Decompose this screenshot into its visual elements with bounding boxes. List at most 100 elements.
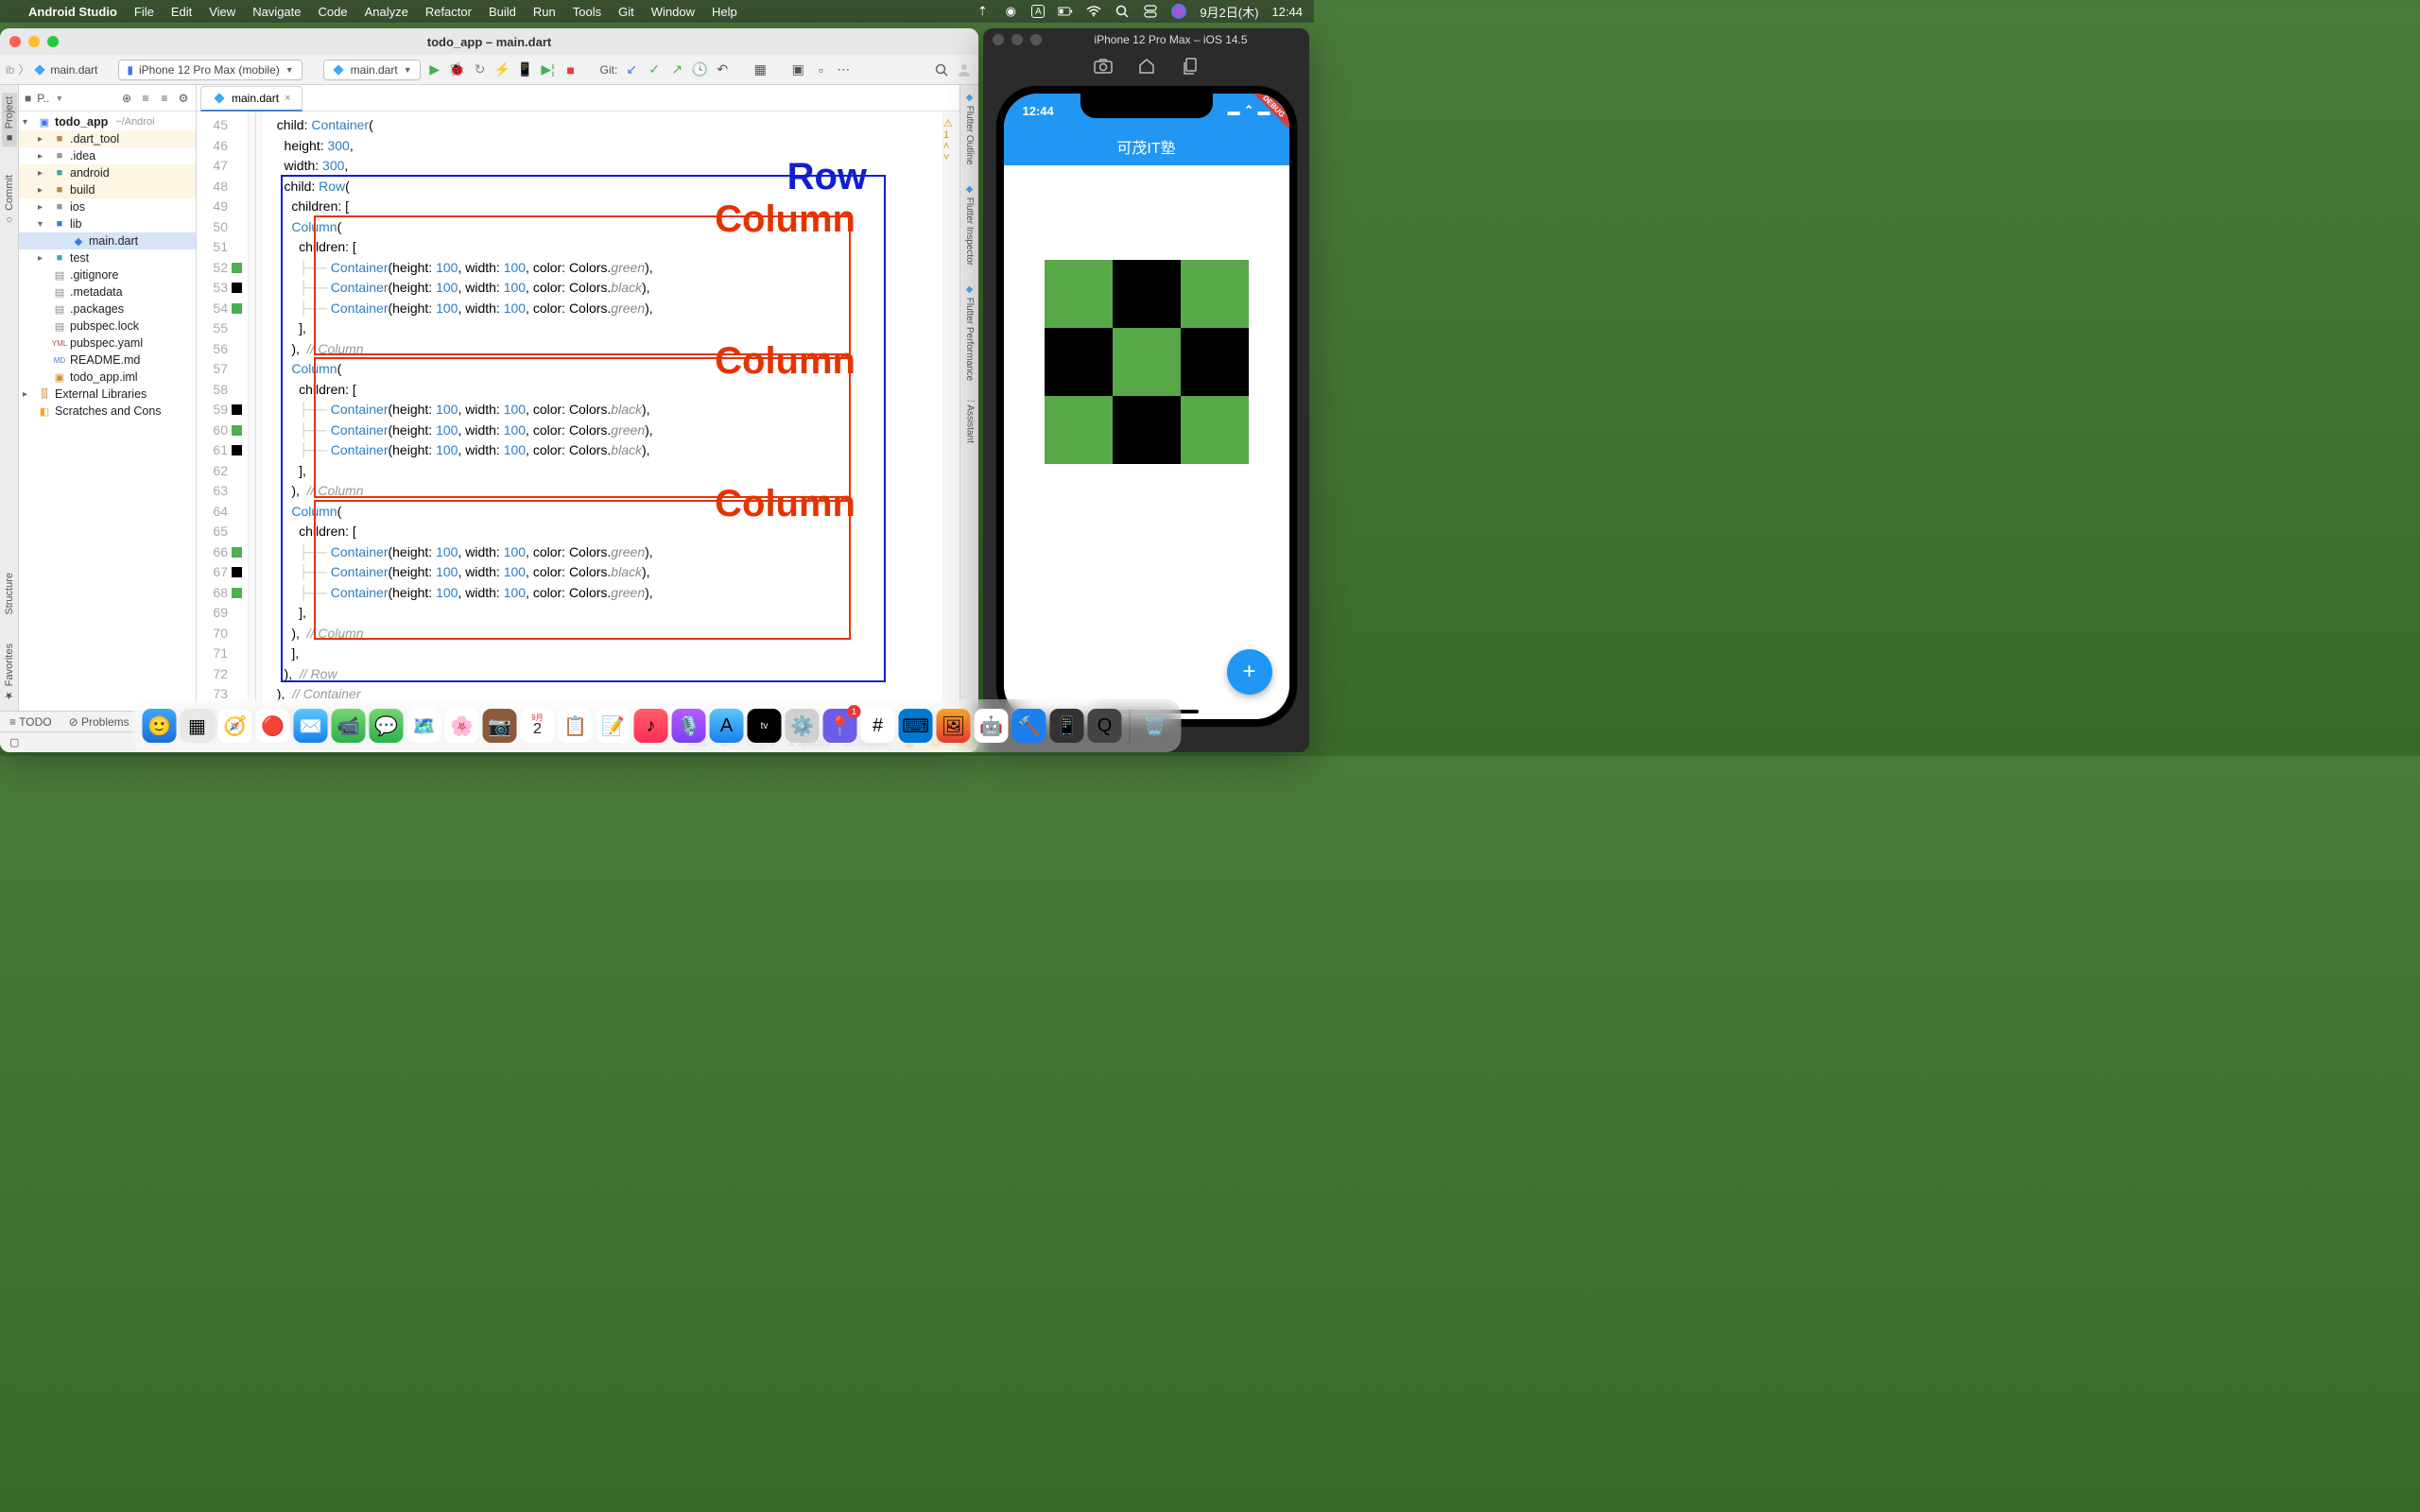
tree-item[interactable]: ▸■build [19,181,196,198]
menubar-date[interactable]: 9月2日(木) [1200,3,1258,21]
tab-todo[interactable]: ≡ TODO [9,715,52,729]
record-icon[interactable]: ◉ [1003,4,1018,19]
expand-icon[interactable]: ≡ [139,92,152,105]
project-tree[interactable]: ▾▣ todo_app ~/Androi ▸■.dart_tool ▸■.ide… [19,112,196,711]
tree-root[interactable]: ▾▣ todo_app ~/Androi [19,113,196,130]
tree-item[interactable]: ▸■ios [19,198,196,215]
dock-android-studio[interactable]: 🤖 [975,709,1009,743]
git-push-icon[interactable]: ↗ [668,61,685,78]
dock-vscode[interactable]: ⌨ [899,709,933,743]
collapse-icon[interactable]: ≡ [158,92,171,105]
settings-icon[interactable]: ⚙ [177,92,190,105]
tree-item[interactable]: MDREADME.md [19,352,196,369]
editor-tab[interactable]: main.dart × [200,86,302,112]
dock-trash[interactable]: 🗑️ [1138,709,1172,743]
code-editor[interactable]: 4546474849505152535455565758596061626364… [197,112,959,711]
attach-icon[interactable]: 📱 [517,61,534,78]
tab-assistant[interactable]: ⫶ Assistant [964,400,976,443]
dock-launchpad[interactable]: ▦ [181,709,215,743]
locate-icon[interactable]: ⊕ [120,92,133,105]
tree-item[interactable]: ▤.gitignore [19,266,196,284]
project-view-selector[interactable]: P.. [37,92,49,105]
tab-problems[interactable]: ⊘ Problems [69,715,130,729]
dock-maps[interactable]: 🗺️ [407,709,441,743]
menu-edit[interactable]: Edit [171,5,192,19]
minimize-window-button[interactable] [1011,34,1023,45]
dock-facetime[interactable]: 📹 [332,709,366,743]
search-icon[interactable] [1115,4,1130,19]
dock-photobooth[interactable]: 📷 [483,709,517,743]
revert-icon[interactable]: ↶ [714,61,731,78]
maximize-window-button[interactable] [1030,34,1042,45]
tab-flutter-performance[interactable]: ◆ Flutter Performance [964,284,975,381]
dock-settings[interactable]: ⚙️ [786,709,820,743]
tree-item[interactable]: ▤.packages [19,301,196,318]
tree-item[interactable]: ▤pubspec.lock [19,318,196,335]
screenshot-icon[interactable] [1094,57,1113,76]
profile-icon[interactable]: ▶¦ [540,61,557,78]
battery-icon[interactable] [1058,4,1073,19]
maximize-window-button[interactable] [47,36,59,47]
fab-button[interactable]: + [1227,649,1272,695]
stop-button[interactable]: ■ [562,61,579,78]
tree-item[interactable]: ▸■.idea [19,147,196,164]
git-commit-icon[interactable]: ✓ [646,61,663,78]
close-window-button[interactable] [993,34,1004,45]
dock-messages[interactable]: 💬 [370,709,404,743]
resource-icon[interactable]: ▫ [812,61,829,78]
menubar-time[interactable]: 12:44 [1271,5,1303,19]
menu-refactor[interactable]: Refactor [425,5,472,19]
menu-code[interactable]: Code [319,5,348,19]
menu-navigate[interactable]: Navigate [252,5,301,19]
tree-item[interactable]: ▸■android [19,164,196,181]
menu-app-name[interactable]: Android Studio [28,5,117,19]
device-selector[interactable]: ▮ iPhone 12 Pro Max (mobile) ▼ [118,60,302,80]
menu-tools[interactable]: Tools [573,5,601,19]
run-button[interactable]: ▶ [426,61,443,78]
tree-scratches[interactable]: ◧Scratches and Cons [19,403,196,420]
tree-item[interactable]: ▣todo_app.iml [19,369,196,386]
dock-podcasts[interactable]: 🎙️ [672,709,706,743]
minimize-window-button[interactable] [28,36,40,47]
close-window-button[interactable] [9,36,21,47]
control-center-icon[interactable] [1143,4,1158,19]
home-icon[interactable] [1137,57,1156,76]
dock-simulator[interactable]: 📱 [1050,709,1084,743]
dock-quicktime[interactable]: Q [1088,709,1122,743]
dock-tv[interactable]: tv [748,709,782,743]
menu-file[interactable]: File [134,5,154,19]
tree-item[interactable]: ▸■.dart_tool [19,130,196,147]
menu-run[interactable]: Run [533,5,556,19]
more-icon[interactable]: ⋯ [835,61,852,78]
dock-photos[interactable]: 🌸 [445,709,479,743]
fold-gutter[interactable] [249,112,262,711]
tree-item[interactable]: ▾■lib [19,215,196,232]
dock-finder[interactable]: 🙂 [143,709,177,743]
tree-external-libs[interactable]: ▸⫿⫿External Libraries [19,386,196,403]
debug-button[interactable]: 🐞 [449,61,466,78]
close-tab-icon[interactable]: × [285,93,290,104]
tab-project[interactable]: ■ Project [2,93,17,146]
dock-calendar[interactable]: 9月2 [521,709,555,743]
warning-indicator[interactable]: ⚠ 1 ˄ ˅ [943,117,958,163]
dock-slack[interactable]: # [861,709,895,743]
dropbox-icon[interactable]: ⇡ [975,4,990,19]
menu-window[interactable]: Window [651,5,695,19]
menu-build[interactable]: Build [489,5,516,19]
avatar-icon[interactable] [956,61,973,78]
menu-analyze[interactable]: Analyze [365,5,408,19]
tree-item[interactable]: ▤.metadata [19,284,196,301]
menu-view[interactable]: View [209,5,235,19]
run-config-selector[interactable]: main.dart ▼ [323,60,421,80]
tab-structure[interactable]: Structure [4,573,15,615]
tree-item[interactable]: ▸■test [19,249,196,266]
menu-help[interactable]: Help [712,5,737,19]
wifi-icon[interactable] [1086,4,1101,19]
menu-git[interactable]: Git [618,5,634,19]
copy-icon[interactable] [1181,57,1200,76]
dock-music[interactable]: ♪ [634,709,668,743]
dock-notes[interactable]: 📝 [596,709,631,743]
search-everywhere-icon[interactable] [933,61,950,78]
tab-commit[interactable]: ○ Commit [4,175,15,225]
dock-image[interactable]: 🖼 [937,709,971,743]
